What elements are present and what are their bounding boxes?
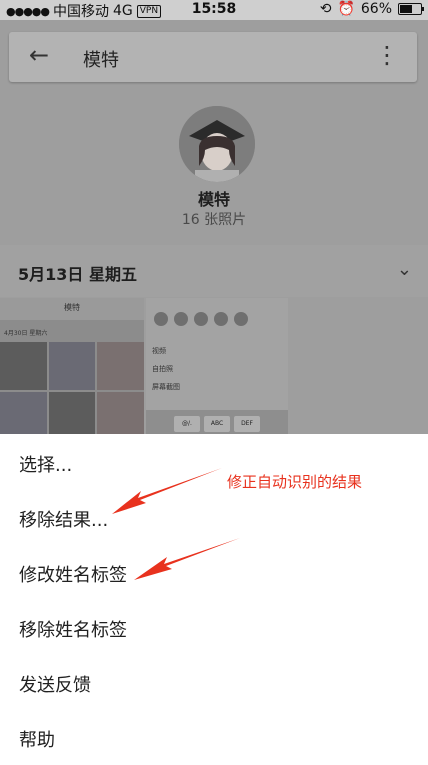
thumbnail-row: 视频 — [152, 347, 166, 355]
thumbnail-row: 自拍照 — [152, 365, 173, 373]
dimmed-background[interactable]: ← 模特 ⋮ 模特 16 张照片 5月13日 星期五 ⌄ 模特 4月30日 星期… — [0, 20, 428, 434]
keyboard-preview: @/. ABC DEF — [146, 410, 288, 434]
thumbnail-header: 模特 — [0, 298, 144, 320]
date-label: 5月13日 星期五 — [18, 265, 137, 284]
menu-item-help[interactable]: 帮助 — [19, 726, 55, 752]
more-vert-icon[interactable]: ⋮ — [375, 43, 399, 67]
photo-count: 16 张照片 — [181, 212, 247, 228]
avatar[interactable] — [176, 103, 258, 185]
key: @/. — [174, 416, 200, 432]
date-section-header[interactable]: 5月13日 星期五 ⌄ — [0, 245, 428, 297]
chevron-down-icon[interactable]: ⌄ — [397, 259, 412, 280]
app-toolbar: ← 模特 ⋮ — [9, 32, 417, 82]
status-bar: ●●●●● 中国移动 4G VPN 15:58 ⟲ ⏰ 66% — [0, 0, 428, 20]
battery-icon — [398, 3, 424, 15]
key: ABC — [204, 416, 230, 432]
page-title: 模特 — [83, 50, 119, 71]
alarm-icon: ⏰ — [337, 1, 355, 17]
menu-item-select[interactable]: 选择... — [19, 451, 72, 477]
thumbnail-row: 屏幕截图 — [152, 383, 180, 391]
photo-thumbnail[interactable]: 视频 自拍照 屏幕截图 @/. ABC DEF — [146, 298, 288, 434]
rotation-lock-icon: ⟲ — [319, 1, 332, 17]
battery-percent: 66% — [360, 1, 392, 17]
menu-item-remove-name-label[interactable]: 移除姓名标签 — [19, 616, 127, 642]
key: DEF — [234, 416, 260, 432]
thumbnail-subtitle: 4月30日 星期六 — [4, 330, 48, 337]
avatar-photo — [179, 106, 255, 182]
thumbnail-grid — [0, 342, 144, 434]
menu-item-edit-name-label[interactable]: 修改姓名标签 — [19, 561, 127, 587]
arrow-left-icon[interactable]: ← — [29, 41, 49, 69]
thumbnail-title: 模特 — [64, 303, 80, 312]
annotation-text: 修正自动识别的结果 — [227, 473, 363, 491]
person-name: 模特 — [197, 190, 230, 209]
menu-item-remove-results[interactable]: 移除结果... — [19, 506, 108, 532]
options-menu — [0, 434, 428, 765]
face-row — [154, 312, 248, 326]
photo-thumbnail[interactable]: 模特 4月30日 星期六 — [0, 298, 144, 434]
menu-item-send-feedback[interactable]: 发送反馈 — [19, 671, 91, 697]
